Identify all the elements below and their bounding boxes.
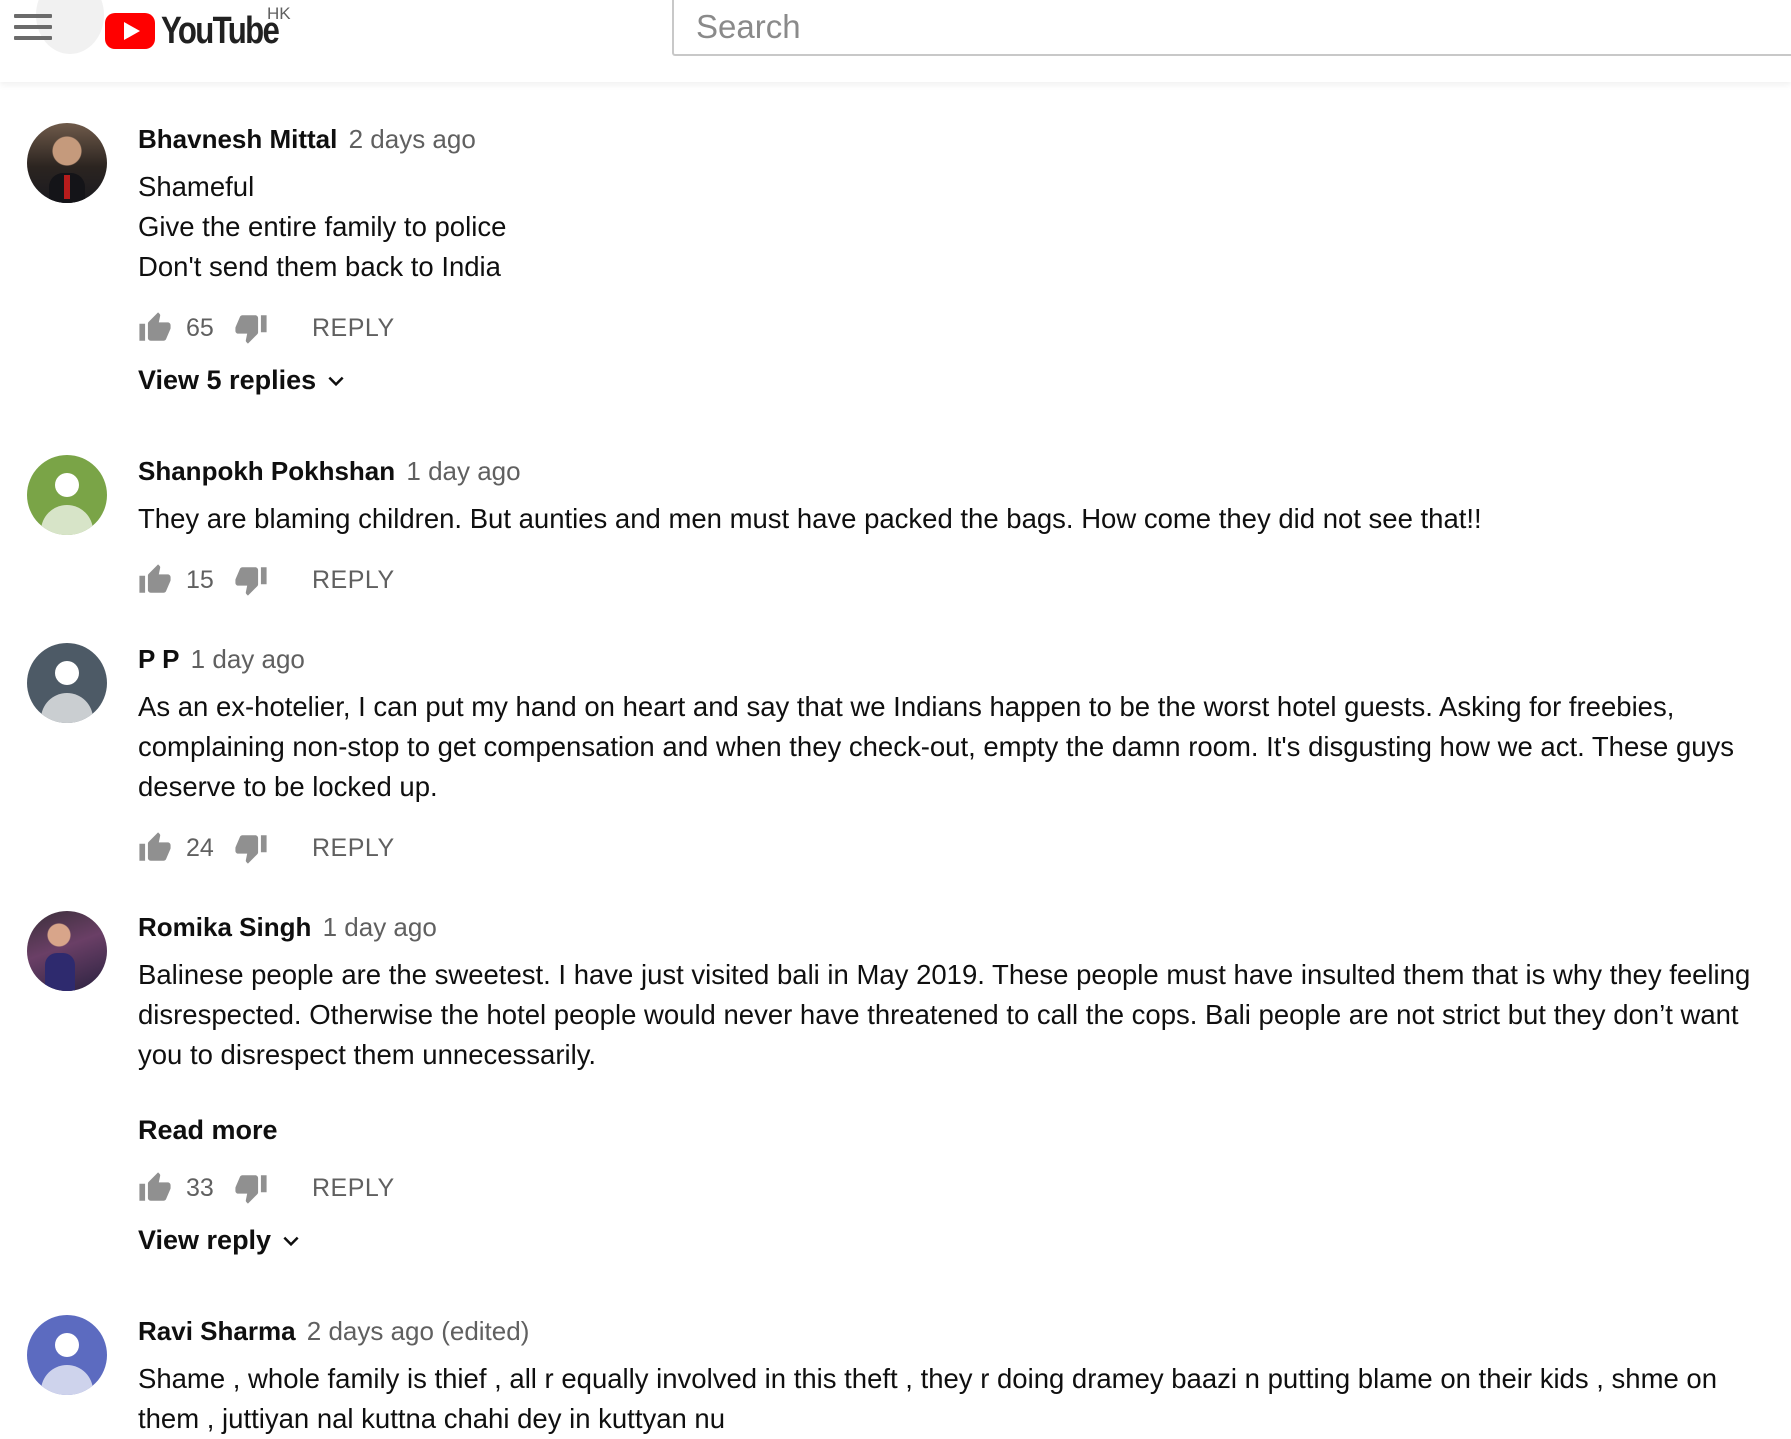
reply-button[interactable]: REPLY (312, 314, 395, 343)
logo-text: YouTube (161, 9, 280, 52)
view-replies-label: View 5 replies (138, 365, 317, 395)
masthead: YouTube HK (0, 0, 1791, 82)
reply-button[interactable]: REPLY (312, 1174, 395, 1203)
comment-time[interactable]: 1 day ago (191, 644, 305, 674)
comment-time[interactable]: 2 days ago (349, 124, 476, 154)
comment-meta: Romika Singh 1 day ago (138, 912, 437, 943)
search-input[interactable] (674, 0, 1791, 54)
thumbs-up-icon[interactable] (138, 831, 172, 865)
thumbs-up-icon[interactable] (138, 1171, 172, 1205)
comment-meta: Ravi Sharma 2 days ago (edited) (138, 1316, 529, 1347)
thumbs-down-icon[interactable] (234, 831, 268, 865)
avatar[interactable] (27, 123, 107, 203)
comment-time[interactable]: 1 day ago (323, 912, 437, 942)
thumbs-down-icon[interactable] (234, 563, 268, 597)
author-name[interactable]: P P (138, 644, 179, 674)
view-replies-button[interactable]: View reply (138, 1225, 301, 1256)
like-count: 65 (186, 313, 214, 342)
comment-meta: P P 1 day ago (138, 644, 305, 675)
chevron-down-icon (328, 376, 344, 386)
like-count: 24 (186, 833, 214, 862)
comment-text: They are blaming children. But aunties a… (138, 503, 1482, 534)
author-name[interactable]: Shanpokh Pokhshan (138, 456, 395, 486)
avatar[interactable] (27, 911, 107, 991)
thumbs-up-icon[interactable] (138, 563, 172, 597)
comment-text: As an ex-hotelier, I can put my hand on … (138, 691, 1735, 802)
comment-time[interactable]: 1 day ago (406, 456, 520, 486)
comment-meta: Shanpokh Pokhshan 1 day ago (138, 456, 521, 487)
comment-text: Shameful Give the entire family to polic… (138, 171, 507, 282)
author-name[interactable]: Bhavnesh Mittal (138, 124, 337, 154)
thumbs-down-icon[interactable] (234, 1171, 268, 1205)
author-name[interactable]: Romika Singh (138, 912, 311, 942)
hamburger-menu-icon[interactable] (14, 14, 52, 40)
comment-actions: 15 REPLY (138, 560, 395, 600)
author-name[interactable]: Ravi Sharma (138, 1316, 296, 1346)
comment-text: Shame , whole family is thief , all r eq… (138, 1363, 1717, 1434)
like-count: 33 (186, 1173, 214, 1202)
read-more-button[interactable]: Read more (138, 1115, 278, 1146)
reply-button[interactable]: REPLY (312, 566, 395, 595)
thumbs-down-icon[interactable] (234, 311, 268, 345)
comment-actions: 65 REPLY (138, 308, 395, 348)
reply-button[interactable]: REPLY (312, 834, 395, 863)
search-box[interactable] (672, 0, 1791, 56)
like-count: 15 (186, 565, 214, 594)
comment-meta: Bhavnesh Mittal 2 days ago (138, 124, 476, 155)
comment-actions: 24 REPLY (138, 828, 395, 868)
region-code: HK (267, 4, 291, 23)
chevron-down-icon (283, 1236, 299, 1246)
avatar[interactable] (27, 455, 107, 535)
comment-time[interactable]: 2 days ago (edited) (307, 1316, 530, 1346)
avatar[interactable] (27, 1315, 107, 1395)
comment-text: Balinese people are the sweetest. I have… (138, 959, 1751, 1070)
comment-actions: 33 REPLY (138, 1168, 395, 1208)
view-replies-button[interactable]: View 5 replies (138, 365, 346, 396)
play-icon (105, 13, 155, 49)
avatar[interactable] (27, 643, 107, 723)
thumbs-up-icon[interactable] (138, 311, 172, 345)
view-replies-label: View reply (138, 1225, 272, 1255)
